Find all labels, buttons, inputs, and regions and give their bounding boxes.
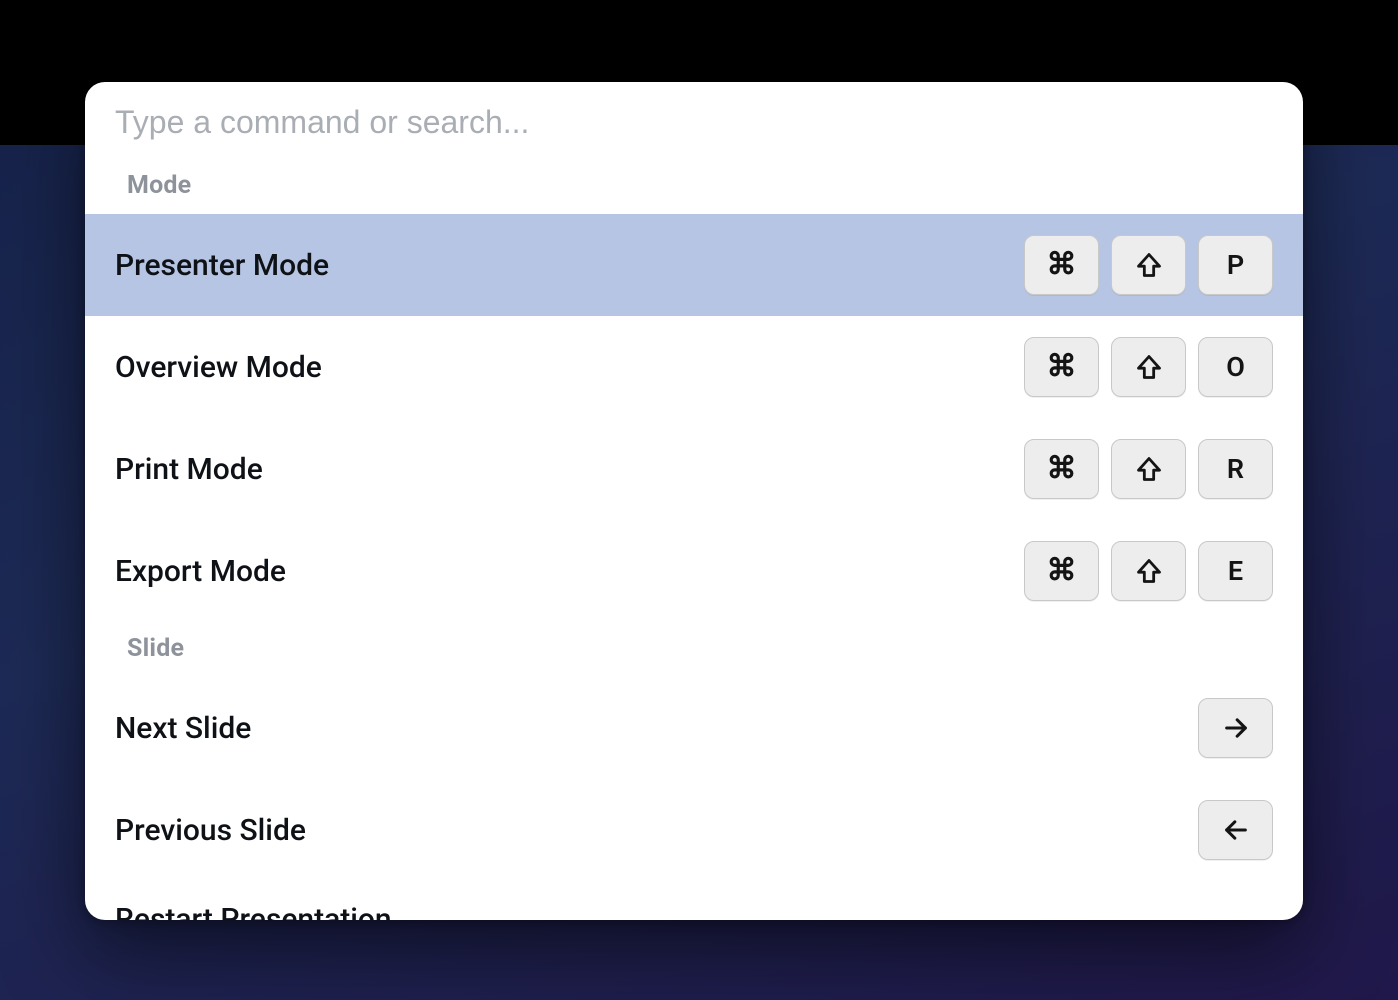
shortcut-keys	[1198, 800, 1273, 860]
command-key-icon: ⌘	[1047, 352, 1077, 382]
command-item-previous-slide[interactable]: Previous Slide	[85, 779, 1303, 881]
shortcut-keys: ⌘E	[1024, 541, 1273, 601]
command-item-label: Export Mode	[115, 554, 286, 589]
key-cmd: ⌘	[1024, 541, 1099, 601]
command-item-print-mode[interactable]: Print Mode⌘R	[85, 418, 1303, 520]
shift-key-icon	[1135, 557, 1163, 585]
shift-key-icon	[1135, 251, 1163, 279]
command-item-label: Next Slide	[115, 711, 251, 746]
shift-key-icon	[1135, 353, 1163, 381]
key-arrowRight	[1198, 698, 1273, 758]
key-E: E	[1198, 541, 1273, 601]
command-item-label: Print Mode	[115, 452, 263, 487]
command-item-label: Presenter Mode	[115, 248, 329, 283]
command-list: ModePresenter Mode⌘POverview Mode⌘OPrint…	[85, 159, 1303, 920]
command-item-export-mode[interactable]: Export Mode⌘E	[85, 520, 1303, 622]
shortcut-keys: ⌘P	[1024, 235, 1273, 295]
shift-key-icon	[1135, 455, 1163, 483]
key-P: P	[1198, 235, 1273, 295]
key-cmd: ⌘	[1024, 439, 1099, 499]
command-item-label: Restart Presentation	[115, 902, 392, 920]
key-shift	[1111, 235, 1186, 295]
command-item-presenter-mode[interactable]: Presenter Mode⌘P	[85, 214, 1303, 316]
command-palette: ModePresenter Mode⌘POverview Mode⌘OPrint…	[85, 82, 1303, 920]
key-R: R	[1198, 439, 1273, 499]
key-cmd: ⌘	[1024, 337, 1099, 397]
command-item-next-slide[interactable]: Next Slide	[85, 677, 1303, 779]
key-arrowLeft	[1198, 800, 1273, 860]
shortcut-keys: ⌘R	[1024, 439, 1273, 499]
key-shift	[1111, 541, 1186, 601]
section-header-mode: Mode	[85, 159, 1303, 214]
command-search-input[interactable]	[115, 104, 1273, 141]
key-shift	[1111, 439, 1186, 499]
command-item-restart-presentation[interactable]: Restart Presentation	[85, 881, 1303, 920]
shortcut-keys: ⌘O	[1024, 337, 1273, 397]
command-key-icon: ⌘	[1047, 556, 1077, 586]
section-header-slide: Slide	[85, 622, 1303, 677]
command-item-overview-mode[interactable]: Overview Mode⌘O	[85, 316, 1303, 418]
arrow-right-icon	[1222, 714, 1250, 742]
command-item-label: Previous Slide	[115, 813, 306, 848]
key-O: O	[1198, 337, 1273, 397]
key-shift	[1111, 337, 1186, 397]
command-item-label: Overview Mode	[115, 350, 322, 385]
command-search-row	[85, 82, 1303, 159]
arrow-left-icon	[1222, 816, 1250, 844]
key-cmd: ⌘	[1024, 235, 1099, 295]
command-key-icon: ⌘	[1047, 454, 1077, 484]
shortcut-keys	[1198, 698, 1273, 758]
command-key-icon: ⌘	[1047, 250, 1077, 280]
